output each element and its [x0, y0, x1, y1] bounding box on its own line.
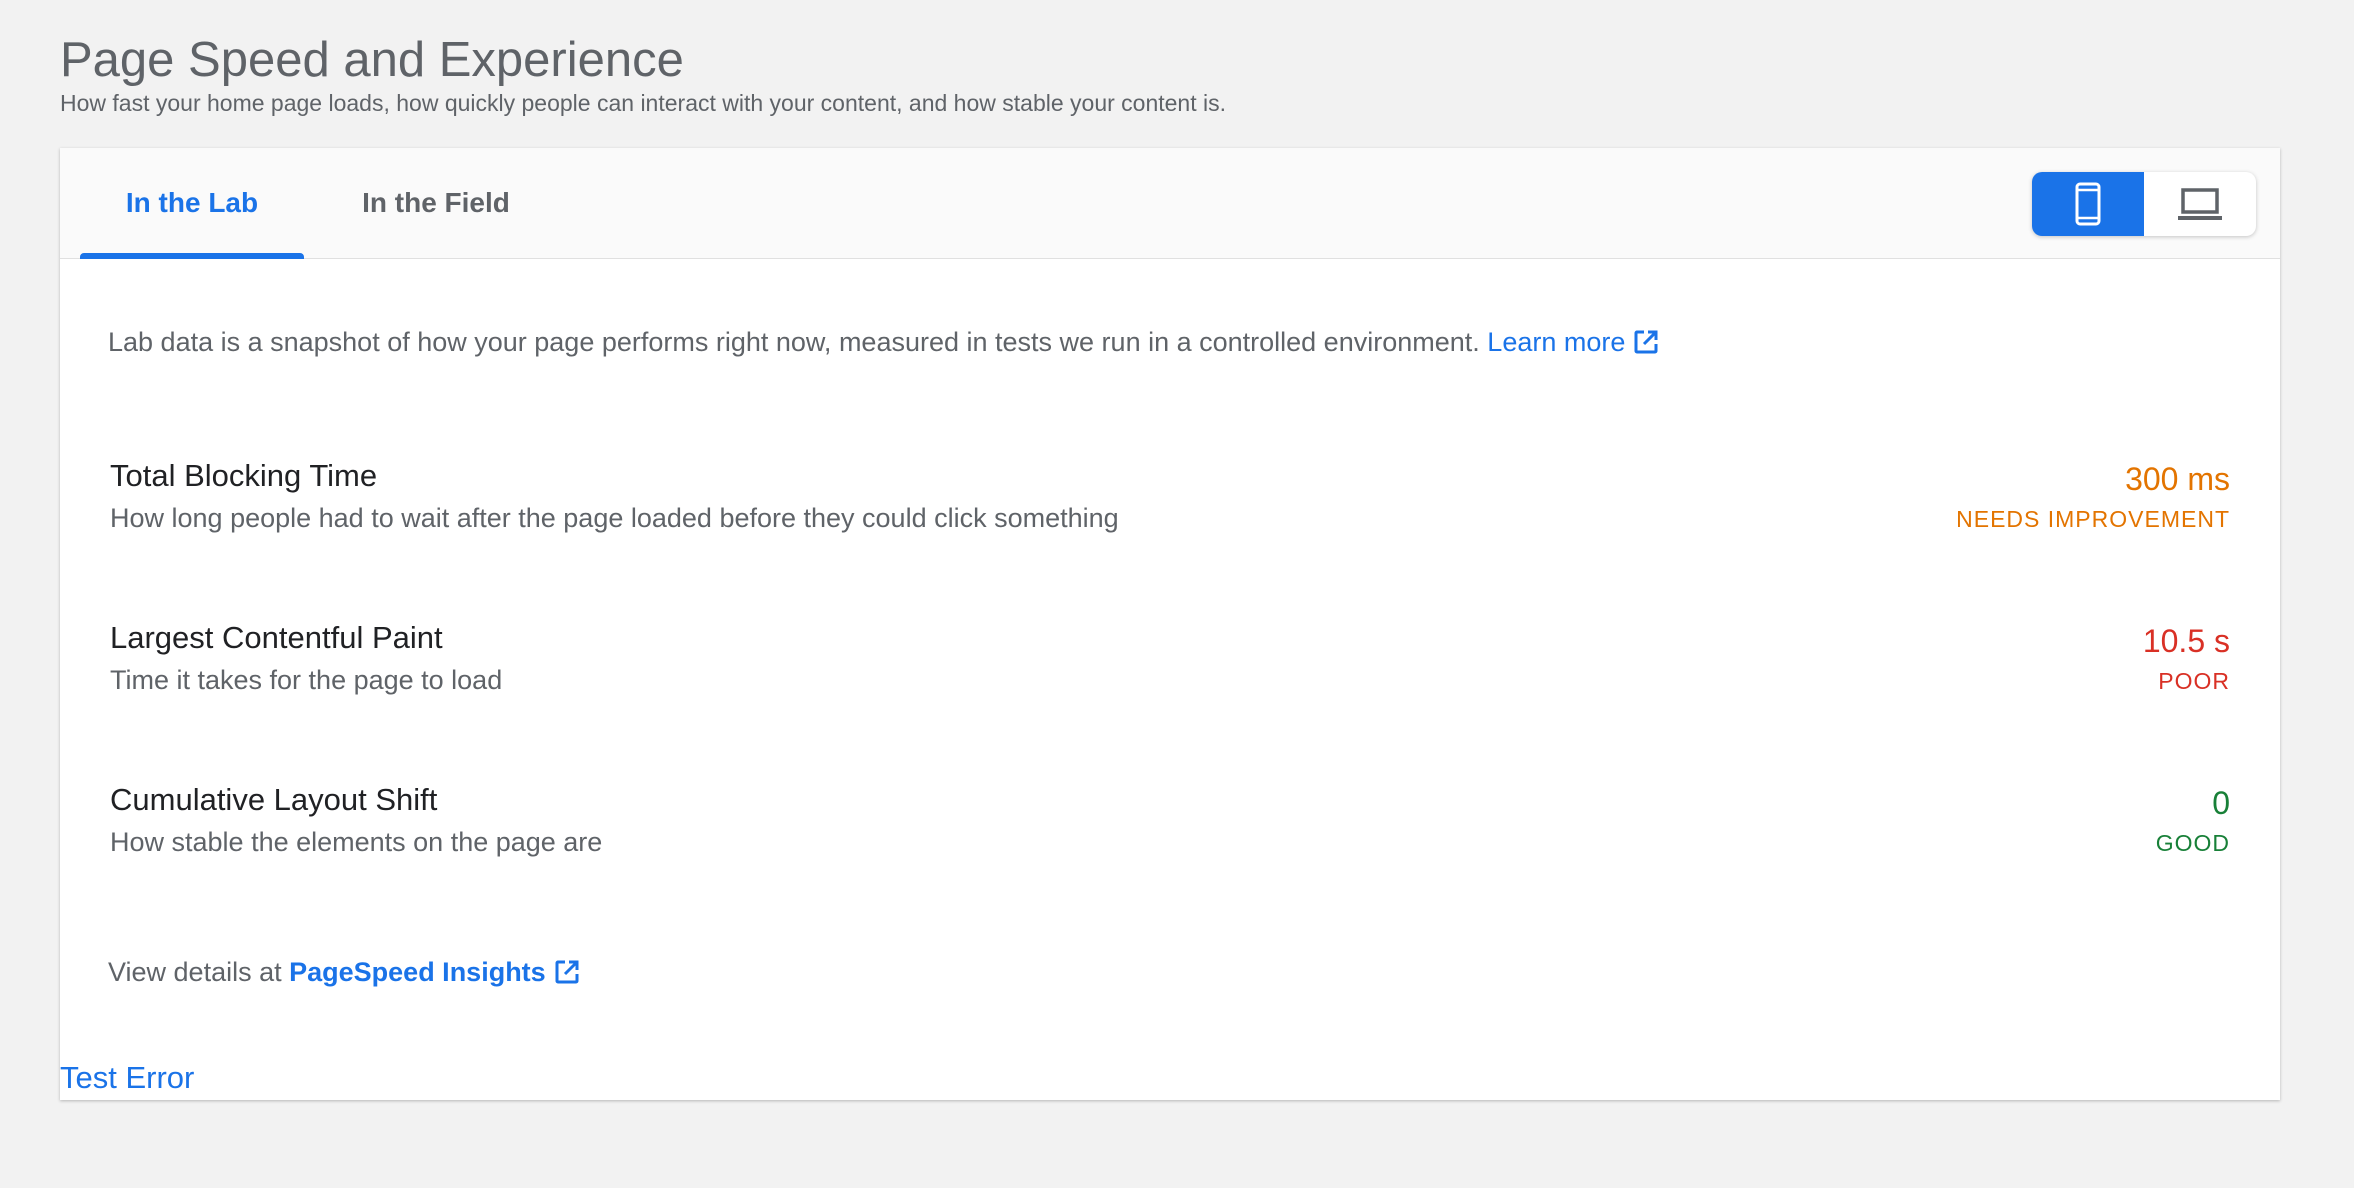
laptop-icon: [2178, 188, 2222, 220]
lab-intro-text: Lab data is a snapshot of how your page …: [108, 327, 1480, 357]
mobile-icon: [2075, 182, 2101, 226]
metric-status: POOR: [2158, 668, 2230, 694]
view-details: View details at PageSpeed Insights: [108, 954, 580, 990]
tab-in-the-lab[interactable]: In the Lab: [80, 148, 304, 259]
metric-name: Largest Contentful Paint: [110, 620, 443, 655]
laptop-toggle-button[interactable]: [2144, 172, 2256, 236]
metric-largest-contentful-paint: Largest Contentful Paint Time it takes f…: [110, 618, 2230, 708]
metric-cumulative-layout-shift: Cumulative Layout Shift How stable the e…: [110, 780, 2230, 870]
device-toggle: [2032, 172, 2256, 236]
test-error-link[interactable]: Test Error: [60, 1058, 194, 1098]
learn-more-link[interactable]: Learn more: [1487, 327, 1659, 357]
metric-value: 10.5 s: [2142, 623, 2230, 659]
metric-description: How stable the elements on the page are: [110, 827, 603, 857]
metric-description: Time it takes for the page to load: [110, 665, 503, 695]
metric-description: How long people had to wait after the pa…: [110, 503, 1119, 533]
metric-name: Total Blocking Time: [110, 458, 378, 493]
metric-status: GOOD: [2155, 830, 2230, 856]
external-link-icon: [1634, 330, 1658, 354]
page-subtitle: How fast your home page loads, how quick…: [60, 90, 1226, 116]
external-link-icon: [555, 960, 579, 984]
pagespeed-insights-link[interactable]: PageSpeed Insights: [289, 957, 580, 987]
metric-total-blocking-time: Total Blocking Time How long people had …: [110, 456, 2230, 546]
metric-value: 0: [2212, 785, 2230, 821]
metric-value: 300 ms: [2125, 461, 2230, 497]
metric-name: Cumulative Layout Shift: [110, 782, 438, 817]
tab-in-the-field[interactable]: In the Field: [324, 148, 548, 258]
lab-intro: Lab data is a snapshot of how your page …: [108, 324, 1659, 360]
mobile-toggle-button[interactable]: [2032, 172, 2144, 236]
metric-status: NEEDS IMPROVEMENT: [1956, 506, 2230, 532]
view-details-text: View details at: [108, 957, 282, 987]
card-header: In the Lab In the Field: [60, 148, 2280, 259]
page-title: Page Speed and Experience: [60, 33, 684, 87]
page-speed-card: In the Lab In the Field Lab data is a sn…: [60, 148, 2280, 1100]
page: Page Speed and Experience How fast your …: [0, 0, 2354, 1188]
